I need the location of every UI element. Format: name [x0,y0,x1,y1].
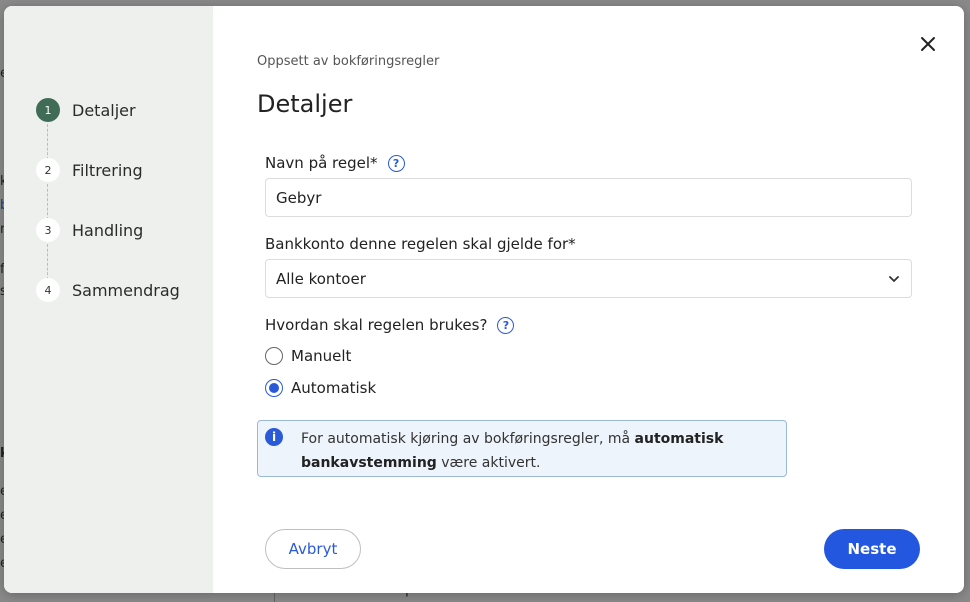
info-icon: i [265,428,283,446]
help-icon[interactable]: ? [497,316,515,334]
usage-label: Hvordan skal regelen brukes? ? [265,316,515,334]
step-number: 3 [36,218,60,242]
step-connector [47,124,48,160]
info-text-part: være aktivert. [436,455,541,471]
wizard-stepper: 1 Detaljer 2 Filtrering 3 Handling 4 Sam… [4,6,213,593]
radio-automatic[interactable]: Automatisk [265,379,376,397]
next-button[interactable]: Neste [824,529,920,569]
close-button[interactable] [916,32,940,56]
close-icon [921,37,935,51]
step-label: Handling [72,220,144,240]
bank-account-select-value: Alle kontoer [276,269,366,288]
step-number: 2 [36,158,60,182]
rule-setup-modal: 1 Detaljer 2 Filtrering 3 Handling 4 Sam… [4,6,964,593]
step-action[interactable]: 3 Handling [36,218,143,242]
bank-account-select[interactable]: Alle kontoer [265,259,912,298]
step-filtering[interactable]: 2 Filtrering [36,158,143,182]
rule-name-input[interactable] [265,178,912,217]
usage-label-text: Hvordan skal regelen brukes? [265,316,488,334]
rule-name-label-text: Navn på regel* [265,154,378,172]
radio-automatic-label: Automatisk [291,379,377,397]
help-icon[interactable]: ? [387,154,405,172]
step-connector [47,244,48,280]
radio-manual[interactable]: Manuelt [265,347,351,365]
step-details[interactable]: 1 Detaljer [36,98,136,122]
step-connector [47,184,48,220]
cancel-button[interactable]: Avbryt [265,529,361,569]
step-label: Sammendrag [72,280,180,300]
step-number: 4 [36,278,60,302]
info-banner: i For automatisk kjøring av bokføringsre… [257,420,787,477]
step-label: Detaljer [72,100,136,120]
radio-automatic-indicator[interactable] [265,379,283,397]
chevron-down-icon [889,275,899,282]
rule-name-label: Navn på regel* ? [265,154,405,172]
bank-account-label: Bankkonto denne regelen skal gjelde for* [265,235,576,253]
step-label: Filtrering [72,160,143,180]
page-title: Detaljer [257,90,353,118]
step-summary[interactable]: 4 Sammendrag [36,278,180,302]
breadcrumb: Oppsett av bokføringsregler [257,54,440,69]
radio-manual-label: Manuelt [291,347,352,365]
info-banner-text: For automatisk kjøring av bokføringsregl… [301,427,771,475]
step-number: 1 [36,98,60,122]
info-text-part: For automatisk kjøring av bokføringsregl… [301,431,635,447]
radio-manual-indicator[interactable] [265,347,283,365]
